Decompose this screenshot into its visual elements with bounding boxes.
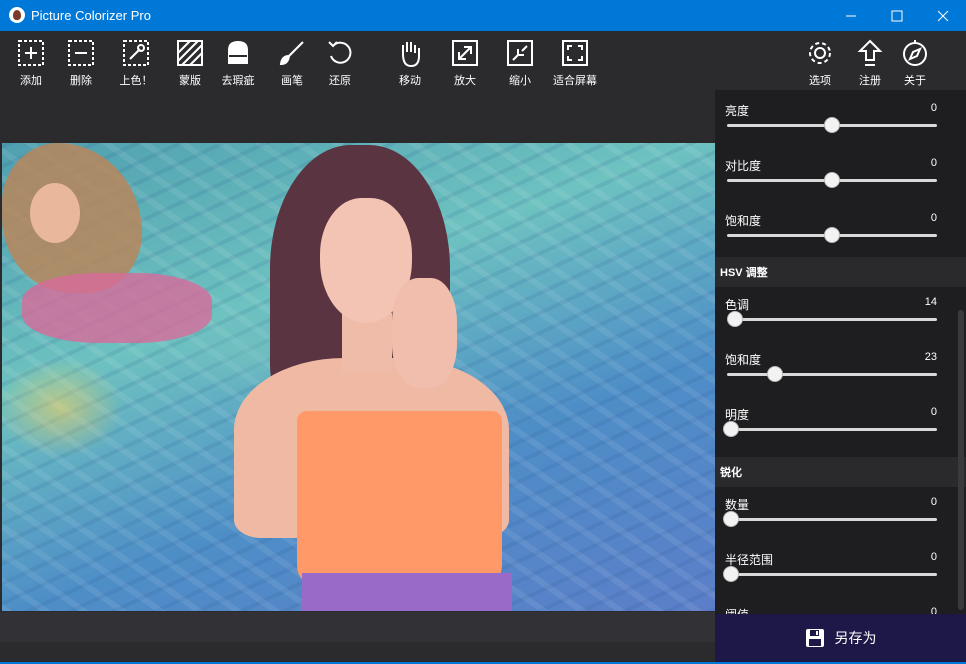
- mask-label: 蒙版: [179, 75, 201, 87]
- fit-screen-icon: [562, 40, 588, 66]
- window-title: Picture Colorizer Pro: [31, 8, 151, 23]
- close-button[interactable]: [920, 0, 966, 31]
- slider-value: 0: [930, 102, 937, 114]
- fit-screen-button[interactable]: 适合屏幕: [547, 38, 603, 90]
- slider-value: 14: [924, 296, 937, 308]
- slider-label: 饱和度: [725, 353, 762, 367]
- gear-icon: [809, 42, 831, 64]
- delete-icon: [68, 40, 94, 66]
- slider-value: 0: [930, 157, 937, 169]
- save-as-button[interactable]: 另存为: [715, 614, 966, 662]
- move-label: 移动: [399, 75, 421, 87]
- image-canvas[interactable]: [0, 90, 715, 643]
- slider-label: 饱和度: [725, 214, 762, 228]
- panel-scrollbar[interactable]: [958, 310, 964, 610]
- minimize-button[interactable]: [828, 0, 874, 31]
- slider-value: 0: [930, 406, 937, 418]
- options-button[interactable]: 选项: [792, 38, 848, 90]
- slider-threshold[interactable]: 阈值 0: [715, 606, 955, 614]
- save-as-label: 另存为: [834, 630, 877, 646]
- photo-image[interactable]: [2, 143, 715, 611]
- undo-button[interactable]: 还原: [312, 38, 368, 90]
- slider-thumb[interactable]: [824, 172, 840, 188]
- eyedropper-icon: [123, 40, 149, 66]
- save-disk-icon: [805, 629, 824, 647]
- colorize-button[interactable]: 上色！: [108, 38, 164, 90]
- slider-value: 0: [930, 606, 937, 614]
- slider-track[interactable]: [727, 428, 937, 431]
- about-label: 关于: [904, 75, 926, 87]
- slider-value: 0: [930, 551, 937, 563]
- eraser-icon: [228, 40, 248, 64]
- slider-radius[interactable]: 半径范围 0: [715, 551, 955, 606]
- hand-icon: [402, 42, 420, 68]
- section-sharpen-title: 锐化: [715, 457, 966, 487]
- brush-label: 画笔: [281, 75, 303, 87]
- slider-value: 0: [930, 496, 937, 508]
- fit-screen-label: 适合屏幕: [553, 75, 597, 87]
- zoom-in-button[interactable]: 放大: [437, 38, 493, 90]
- slider-track[interactable]: [727, 373, 937, 376]
- slider-thumb[interactable]: [723, 566, 739, 582]
- toolbar: 添加 删除 上色！ 蒙版 去瑕疵 画笔 还原 移动 放大 缩小 适合屏幕 选项 …: [0, 31, 966, 90]
- add-label: 添加: [20, 75, 42, 87]
- title-bar: Picture Colorizer Pro: [0, 0, 966, 31]
- app-logo-icon: [9, 7, 25, 23]
- zoom-in-label: 放大: [454, 75, 476, 87]
- slider-thumb[interactable]: [723, 511, 739, 527]
- compass-icon: [903, 40, 927, 66]
- section-hsv-title: HSV 调整: [715, 257, 966, 287]
- undo-label: 还原: [329, 75, 351, 87]
- zoom-out-label: 缩小: [509, 75, 531, 87]
- slider-value: 23: [924, 351, 937, 363]
- delete-button[interactable]: 删除: [53, 38, 109, 90]
- about-button[interactable]: 关于: [887, 38, 943, 90]
- adjustment-panel: 亮度 0 对比度 0 饱和度 0 HSV 调整 色调 14 饱和度 23 明度 …: [715, 90, 966, 614]
- move-button[interactable]: 移动: [382, 38, 438, 90]
- delete-label: 删除: [70, 75, 92, 87]
- add-button[interactable]: 添加: [3, 38, 59, 90]
- brush-icon: [279, 41, 304, 66]
- slider-track[interactable]: [727, 318, 937, 321]
- slider-label: 对比度: [725, 159, 762, 173]
- zoom-in-icon: [452, 40, 478, 66]
- slider-thumb[interactable]: [767, 366, 784, 382]
- slider-amount[interactable]: 数量 0: [715, 496, 955, 551]
- options-label: 选项: [809, 75, 831, 87]
- slider-value: 0: [930, 212, 937, 224]
- slider-thumb[interactable]: [824, 227, 840, 243]
- zoom-out-icon: [507, 40, 533, 66]
- slider-hsv-saturation[interactable]: 饱和度 23: [715, 351, 955, 406]
- slider-contrast[interactable]: 对比度 0: [715, 157, 955, 212]
- upload-arrow-icon: [857, 39, 883, 66]
- slider-label: 阈值: [725, 606, 749, 614]
- slider-thumb[interactable]: [723, 421, 739, 437]
- slider-thumb[interactable]: [727, 311, 744, 327]
- slider-value-brightness[interactable]: 明度 0: [715, 406, 955, 461]
- add-icon: [18, 40, 44, 66]
- zoom-out-button[interactable]: 缩小: [492, 38, 548, 90]
- slider-brightness[interactable]: 亮度 0: [715, 102, 955, 157]
- colorize-label: 上色！: [119, 75, 153, 87]
- remove-blemish-label: 去瑕疵: [221, 75, 255, 87]
- undo-icon: [328, 41, 352, 64]
- status-strip: [0, 612, 715, 642]
- maximize-button[interactable]: [874, 0, 920, 31]
- slider-track[interactable]: [727, 518, 937, 521]
- slider-hue[interactable]: 色调 14: [715, 296, 955, 351]
- register-label: 注册: [859, 75, 881, 87]
- mask-icon: [177, 40, 203, 66]
- slider-track[interactable]: [727, 573, 937, 576]
- slider-thumb[interactable]: [824, 117, 840, 133]
- slider-label: 亮度: [725, 104, 750, 118]
- remove-blemish-button[interactable]: 去瑕疵: [210, 38, 266, 90]
